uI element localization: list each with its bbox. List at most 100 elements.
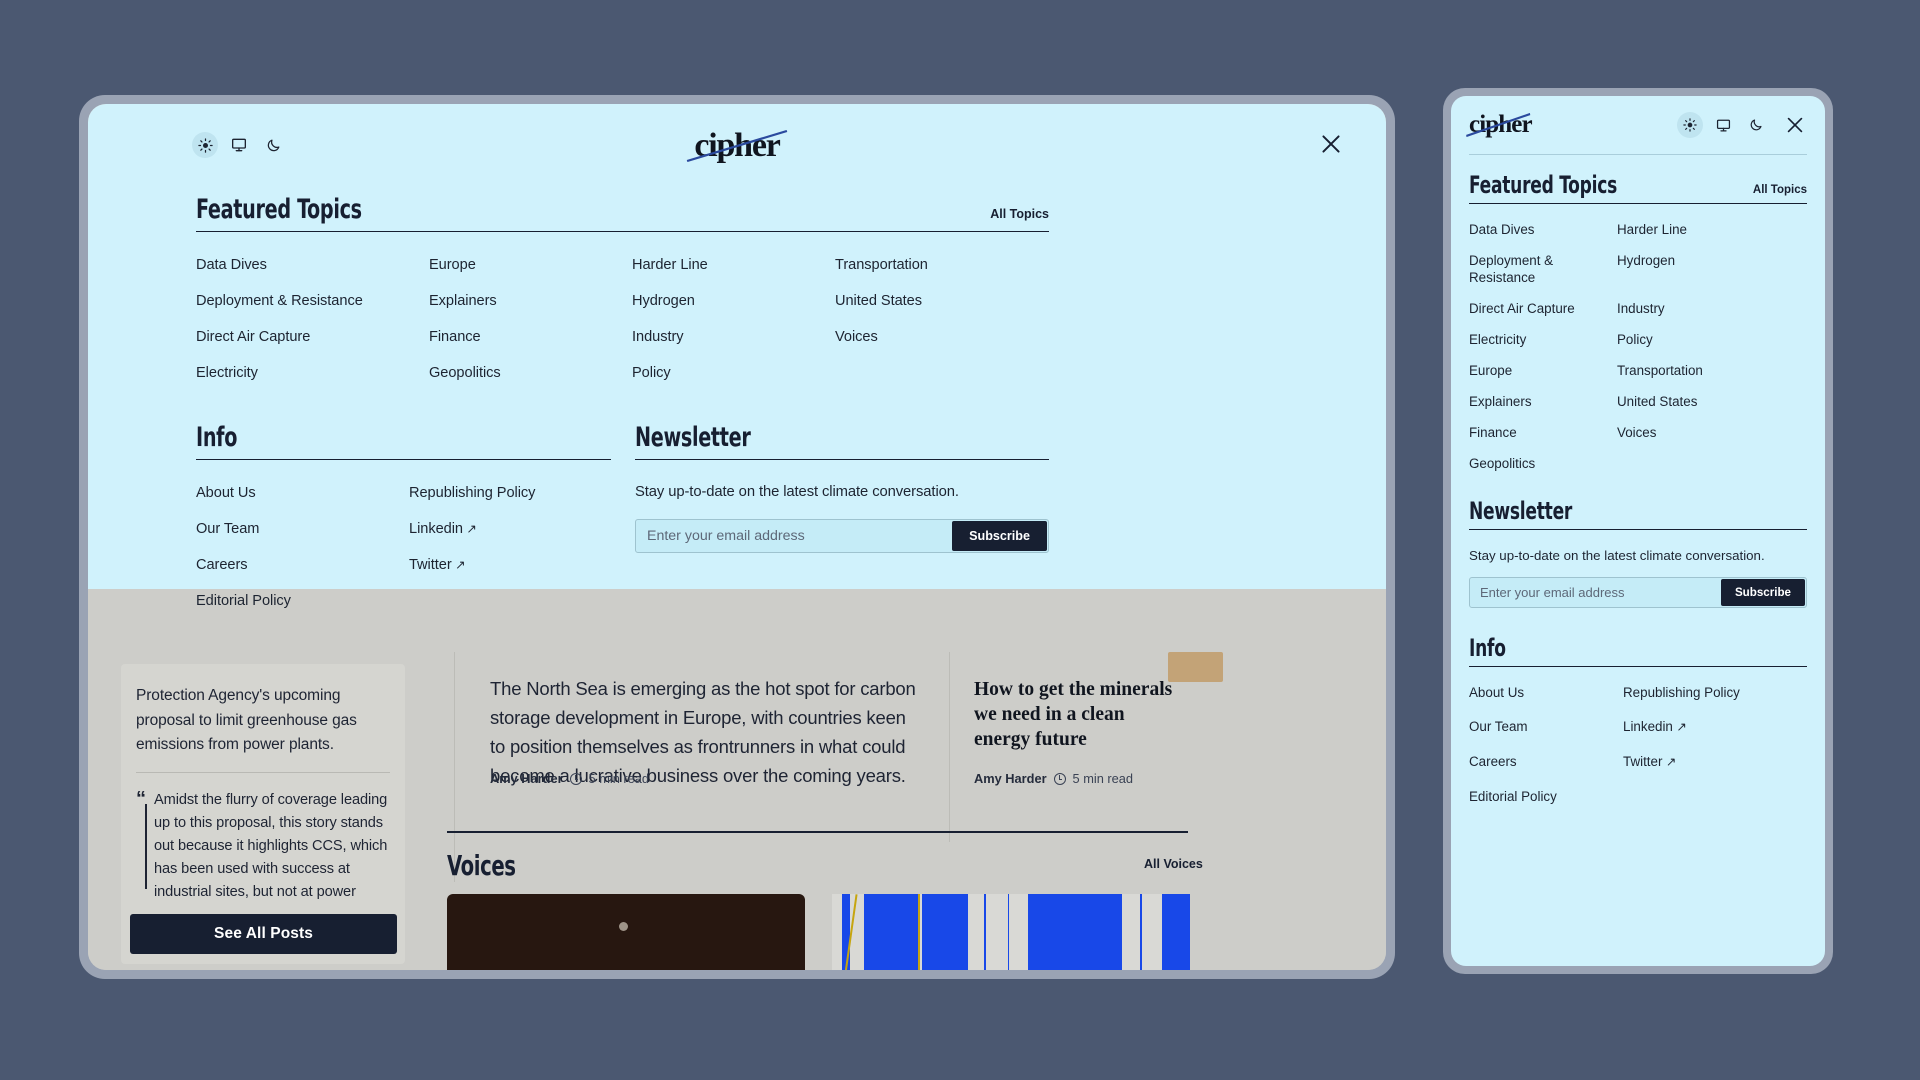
newsletter-section: Newsletter Stay up-to-date on the latest…: [635, 424, 1049, 609]
subscribe-button[interactable]: Subscribe: [952, 521, 1047, 551]
info-link-empty: [409, 593, 413, 609]
info-link-republishing-policy[interactable]: Republishing Policy: [409, 485, 535, 501]
mobile-topic-link-voices[interactable]: Voices: [1617, 424, 1656, 441]
mobile-topic-link-geopolitics[interactable]: Geopolitics: [1469, 455, 1535, 472]
mobile-topic-link-electricity[interactable]: Electricity: [1469, 331, 1526, 348]
monitor-icon: [231, 137, 247, 153]
mobile-topic-link-industry[interactable]: Industry: [1617, 300, 1665, 317]
background-center-rule: [454, 652, 455, 882]
background-left-paragraph: Protection Agency's upcoming proposal to…: [136, 687, 357, 753]
mobile-menu-content: Featured Topics All Topics Data Dives Har…: [1451, 155, 1825, 805]
background-voice-card[interactable]: [447, 894, 805, 970]
newsletter-description: Stay up-to-date on the latest climate co…: [635, 484, 959, 500]
mobile-info-link-careers[interactable]: Careers: [1469, 753, 1517, 771]
mobile-viewport: cipher Featured Topics All Topics Data D…: [1451, 96, 1825, 966]
topic-link-explainers[interactable]: Explainers: [429, 293, 497, 309]
mobile-featured-topics-title: Featured Topics: [1469, 171, 1618, 199]
mobile-info-link-linkedin[interactable]: Linkedin: [1623, 718, 1687, 736]
mobile-email-input[interactable]: [1470, 578, 1720, 607]
topic-link-data-dives[interactable]: Data Dives: [196, 257, 267, 273]
mobile-topic-link-transportation[interactable]: Transportation: [1617, 362, 1703, 379]
topic-link-united-states[interactable]: United States: [835, 293, 922, 309]
background-quote: “ Amidst the flurry of coverage leading …: [136, 789, 398, 904]
mobile-info-section: Info About Us Republishing Policy Our Team…: [1469, 635, 1807, 805]
light-theme-button[interactable]: [192, 132, 218, 158]
moon-icon: [1749, 118, 1763, 132]
newsletter-form: Subscribe: [635, 519, 1049, 553]
topic-link-finance[interactable]: Finance: [429, 329, 481, 345]
mobile-topic-link-harder-line[interactable]: Harder Line: [1617, 221, 1687, 238]
info-link-twitter[interactable]: Twitter: [409, 557, 466, 573]
mobile-close-menu-button[interactable]: [1782, 112, 1808, 138]
mobile-topic-link-europe[interactable]: Europe: [1469, 362, 1512, 379]
mobile-topic-link-explainers[interactable]: Explainers: [1469, 393, 1532, 410]
clock-icon: [1053, 772, 1066, 785]
mobile-topic-link-direct-air-capture[interactable]: Direct Air Capture: [1469, 300, 1575, 317]
email-input[interactable]: [636, 520, 952, 552]
background-all-voices-link[interactable]: All Voices: [1144, 857, 1203, 871]
menu-overlay-panel: cipher Featured Topics All Topics Data D…: [88, 104, 1386, 609]
mobile-subscribe-button[interactable]: Subscribe: [1720, 579, 1805, 606]
topic-link-hydrogen[interactable]: Hydrogen: [632, 293, 695, 309]
background-voice-avatar: [619, 922, 628, 931]
mobile-dark-theme-button[interactable]: [1743, 112, 1769, 138]
brand-wordmark: cipher: [694, 127, 781, 164]
mobile-topic-link-deployment-resistance[interactable]: Deployment & Resistance: [1469, 252, 1617, 286]
topic-link-harder-line[interactable]: Harder Line: [632, 257, 708, 273]
desktop-browser-window: Protection Agency's upcoming proposal to…: [79, 95, 1395, 979]
mobile-all-topics-link[interactable]: All Topics: [1753, 184, 1807, 196]
info-link-careers[interactable]: Careers: [196, 557, 248, 573]
sun-icon: [1683, 118, 1697, 132]
mobile-info-link-editorial-policy[interactable]: Editorial Policy: [1469, 788, 1557, 805]
info-link-editorial-policy[interactable]: Editorial Policy: [196, 593, 291, 609]
topic-link-voices[interactable]: Voices: [835, 329, 878, 345]
topic-link-electricity[interactable]: Electricity: [196, 365, 258, 381]
info-links-grid: About Us Republishing Policy Our Team Linke…: [196, 485, 611, 609]
mobile-info-link-about-us[interactable]: About Us: [1469, 684, 1524, 701]
mobile-topic-link-data-dives[interactable]: Data Dives: [1469, 221, 1535, 238]
topic-link-deployment-resistance[interactable]: Deployment & Resistance: [196, 293, 363, 309]
info-link-about-us[interactable]: About Us: [196, 485, 256, 501]
mobile-light-theme-button[interactable]: [1677, 112, 1703, 138]
topic-link-europe[interactable]: Europe: [429, 257, 476, 273]
mobile-info-header: Info: [1469, 635, 1807, 667]
system-theme-button[interactable]: [226, 132, 252, 158]
mobile-topic-link-united-states[interactable]: United States: [1617, 393, 1697, 410]
mobile-topics-grid: Data Dives Harder Line Deployment & Resist…: [1469, 221, 1807, 472]
topic-link-policy[interactable]: Policy: [632, 365, 671, 381]
mobile-brand-wordmark: cipher: [1469, 111, 1533, 138]
background-right-headline[interactable]: How to get the minerals we need in a cle…: [974, 677, 1174, 752]
topic-link-transportation[interactable]: Transportation: [835, 257, 928, 273]
mobile-system-theme-button[interactable]: [1710, 112, 1736, 138]
info-section: Info About Us Republishing Policy Our Team…: [196, 424, 611, 609]
background-section-divider: [447, 831, 1188, 833]
see-all-posts-button[interactable]: See All Posts: [130, 914, 397, 954]
mobile-topic-link-policy[interactable]: Policy: [1617, 331, 1653, 348]
topic-link-geopolitics[interactable]: Geopolitics: [429, 365, 501, 381]
close-icon: [1784, 114, 1806, 136]
mobile-info-link-twitter[interactable]: Twitter: [1623, 753, 1676, 771]
info-link-our-team[interactable]: Our Team: [196, 521, 259, 537]
topic-link-direct-air-capture[interactable]: Direct Air Capture: [196, 329, 310, 345]
info-title: Info: [196, 422, 238, 453]
logo-slash-icon: [686, 130, 788, 162]
mobile-newsletter-header: Newsletter: [1469, 498, 1807, 530]
featured-topics-header: Featured Topics All Topics: [196, 196, 1049, 232]
mobile-header-actions: [1677, 112, 1808, 138]
read-time: 5 min read: [1072, 771, 1134, 786]
featured-topics-section: Featured Topics All Topics Data Dives Eur…: [196, 196, 1049, 381]
mobile-brand-logo: cipher: [1466, 110, 1533, 140]
all-topics-link[interactable]: All Topics: [990, 207, 1049, 221]
mobile-topic-link-hydrogen[interactable]: Hydrogen: [1617, 252, 1675, 269]
close-menu-button[interactable]: [1316, 130, 1346, 160]
mobile-newsletter-section: Newsletter Stay up-to-date on the latest…: [1469, 498, 1807, 608]
topic-link-industry[interactable]: Industry: [632, 329, 684, 345]
mobile-topic-link-finance[interactable]: Finance: [1469, 424, 1517, 441]
dark-theme-button[interactable]: [260, 132, 286, 158]
mobile-info-link-republishing-policy[interactable]: Republishing Policy: [1623, 684, 1740, 701]
mobile-newsletter-form: Subscribe: [1469, 577, 1807, 608]
mobile-info-link-our-team[interactable]: Our Team: [1469, 718, 1528, 736]
monitor-icon: [1716, 118, 1731, 133]
info-link-linkedin[interactable]: Linkedin: [409, 521, 477, 537]
background-left-divider: [136, 772, 390, 773]
